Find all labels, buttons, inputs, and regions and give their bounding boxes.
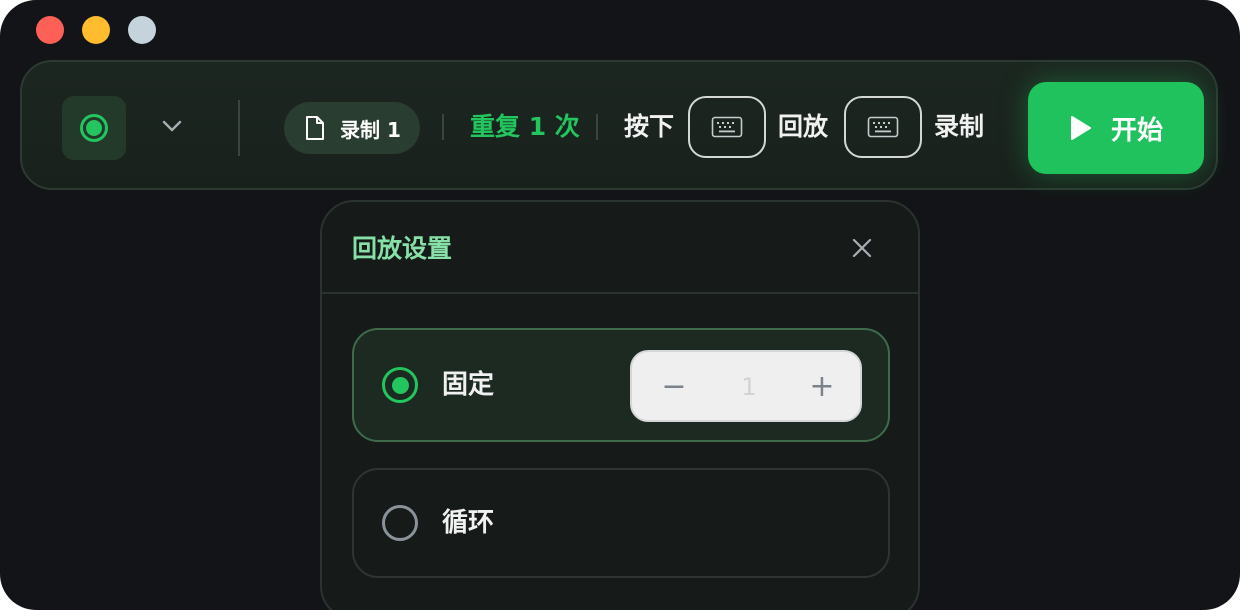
play-icon (1070, 116, 1091, 140)
record-button[interactable] (62, 96, 126, 160)
toolbar-divider (238, 100, 240, 156)
panel-title: 回放设置 (352, 234, 453, 263)
playback-hotkey-field[interactable] (688, 96, 766, 158)
toolbar-divider (442, 114, 444, 140)
start-button[interactable]: 开始 (1028, 82, 1204, 174)
chevron-down-icon[interactable] (160, 114, 184, 142)
repeat-count-stepper: − + (630, 350, 862, 422)
recording-file-pill[interactable]: 录制 1 (284, 102, 420, 154)
record-icon (80, 114, 108, 142)
zoom-window-button[interactable] (128, 16, 156, 44)
increment-button[interactable]: + (792, 352, 852, 420)
repeat-count-label[interactable]: 重复 1 次 (470, 110, 580, 144)
record-hotkey-field[interactable] (844, 96, 922, 158)
keyboard-icon (711, 116, 743, 138)
option-fixed[interactable]: 固定 − + (352, 328, 890, 442)
toolbar-divider (596, 114, 598, 140)
file-icon (306, 116, 324, 140)
playback-label: 回放 (778, 112, 829, 141)
panel-divider (322, 292, 918, 294)
radio-unselected-icon[interactable] (382, 505, 418, 541)
keyboard-icon (867, 116, 899, 138)
minimize-window-button[interactable] (82, 16, 110, 44)
close-icon[interactable] (852, 238, 872, 262)
start-button-label: 开始 (1110, 115, 1163, 146)
record-label: 录制 (934, 112, 985, 141)
window-controls (36, 16, 156, 44)
playback-settings-panel: 回放设置 固定 − + 循环 (320, 200, 920, 610)
close-window-button[interactable] (36, 16, 64, 44)
radio-selected-icon[interactable] (382, 367, 418, 403)
recording-file-label: 录制 1 (340, 117, 401, 142)
option-loop[interactable]: 循环 (352, 468, 890, 578)
toolbar: 录制 1 重复 1 次 按下 回放 录制 开始 (20, 60, 1218, 190)
option-loop-label: 循环 (442, 508, 495, 538)
decrement-button[interactable]: − (644, 352, 704, 420)
press-label: 按下 (624, 112, 675, 141)
app-window: 录制 1 重复 1 次 按下 回放 录制 开始 回放设置 固定 − 1 + 循环 (0, 0, 1240, 610)
repeat-count-input[interactable] (712, 352, 786, 422)
option-fixed-label: 固定 (442, 370, 495, 400)
